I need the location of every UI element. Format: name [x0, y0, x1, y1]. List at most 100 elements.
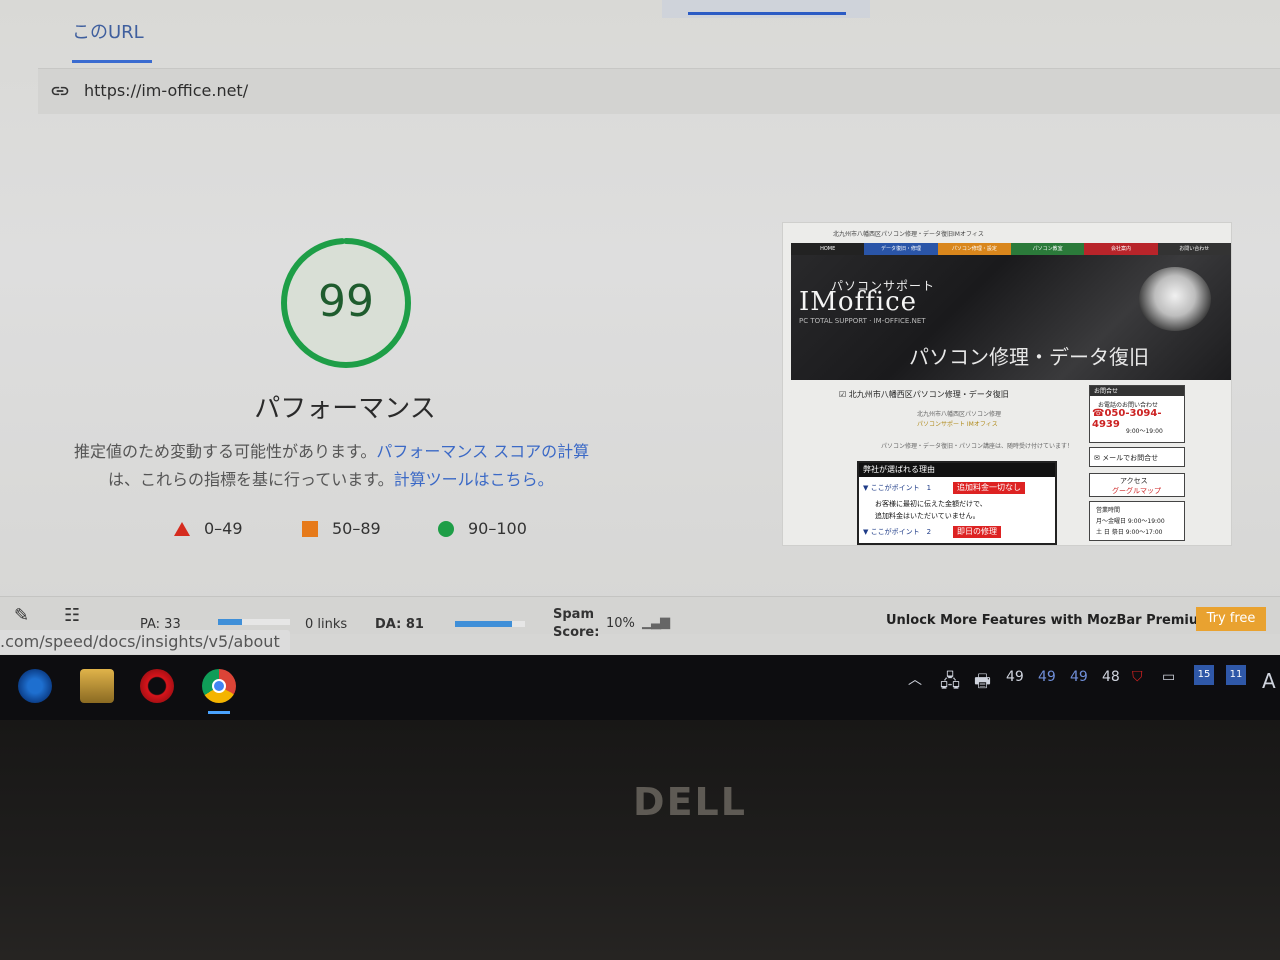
preview-biz-2: 月～金曜日 9:00～19:00 [1096, 518, 1165, 525]
preview-nav-item: データ復旧・修理 [864, 243, 938, 255]
tab-row: このURL [0, 0, 1280, 64]
folder-icon[interactable] [80, 669, 114, 703]
preview-point-2: ▼ ここがポイント 2 [863, 528, 932, 536]
internet-explorer-icon[interactable] [18, 669, 52, 703]
link-icon [51, 86, 69, 96]
tab-this-url[interactable]: このURL [72, 18, 144, 44]
preview-top-text: 北九州市八幡西区パソコン修理・データ復旧IMオフィス [833, 231, 984, 238]
preview-small-1: 北九州市八幡西区パソコン修理 [917, 411, 1002, 418]
legend-pass: 90–100 [438, 519, 527, 538]
laptop-screen: このURL https://im-office.net/ 99 パフォーマンス … [0, 0, 1280, 720]
legend-fail: 0–49 [174, 519, 243, 538]
preview-reason-box: 弊社が選ばれる理由 ▼ ここがポイント 1 追加料金一切なし お客様に最初に伝え… [857, 461, 1057, 545]
preview-small-3: パソコン修理・データ復旧・パソコン講座は、随時受け付けています！ [881, 443, 1074, 450]
lens-image [1139, 267, 1211, 331]
da-bar [455, 621, 525, 627]
status-bar-url: .com/speed/docs/insights/v5/about [0, 630, 290, 654]
preview-headline: パソコン修理・データ復旧 [909, 345, 1149, 369]
spam-label-2: Score: [553, 625, 600, 640]
spam-label-1: Spam [553, 607, 594, 622]
preview-nav-item: パソコン修理・設定 [937, 243, 1011, 255]
pa-bar-fill [218, 619, 242, 625]
legend-label-pass: 90–100 [468, 519, 527, 538]
circle-icon [438, 520, 454, 537]
battery-icon[interactable]: ▭ [1162, 669, 1175, 685]
preview-mail: ✉ メールでお問合せ [1094, 454, 1159, 462]
preview-mail-box: ✉ メールでお問合せ [1089, 447, 1185, 467]
spam-bars-icon: ▁▃▆ [642, 615, 670, 630]
tab-other[interactable] [662, 0, 870, 18]
legend-average: 50–89 [302, 519, 381, 538]
preview-check-text: ☑ 北九州市八幡西区パソコン修理・データ復旧 [839, 390, 1009, 399]
active-app-indicator [208, 711, 230, 714]
calendar-box-1[interactable]: 15 [1194, 665, 1214, 685]
score-calc-link[interactable]: パフォーマンス スコアの計算 [376, 442, 589, 461]
analyzed-url-bar: https://im-office.net/ [38, 68, 1280, 114]
dell-logo: DELL [633, 780, 747, 824]
preview-access-2: グーグルマップ [1112, 487, 1161, 495]
calculator-link[interactable]: 計算ツールはこちら。 [394, 470, 554, 489]
tray-value-4: 48 [1102, 669, 1120, 685]
desc-text-1: 推定値のため変動する可能性があります。 [74, 442, 377, 461]
chrome-center-icon [212, 679, 226, 693]
score-description-2: は、これらの指標を基に行っています。計算ツールはこちら。 [108, 466, 554, 490]
tray-value-3: 49 [1070, 669, 1088, 685]
preview-nav-item: HOME [791, 243, 865, 255]
preview-hours-box: 営業時間 月～金曜日 9:00～19:00 土 日 祭日 9:00～17:00 [1089, 501, 1185, 541]
preview-access-1: アクセス [1120, 477, 1148, 485]
score-description-1: 推定値のため変動する可能性があります。パフォーマンス スコアの計算 [74, 438, 589, 462]
opera-icon[interactable] [140, 669, 174, 703]
preview-point-1-red: 追加料金一切なし [953, 482, 1025, 494]
pencil-icon[interactable]: ✎ [14, 605, 29, 626]
pa-bar [218, 619, 290, 625]
preview-nav-item: お問い合わせ [1157, 243, 1231, 255]
highlight-icon[interactable]: ☷ [64, 605, 80, 626]
browser-window: このURL https://im-office.net/ 99 パフォーマンス … [0, 0, 1280, 655]
triangle-icon [174, 521, 190, 536]
mozbar-toolbar: ✎ ☷ PA: 33 0 links DA: 81 Spam Score: 10… [0, 596, 1280, 640]
mozbar-da: DA: 81 [375, 617, 424, 632]
preview-tagline: PC TOTAL SUPPORT · IM-OFFICE.NET [799, 317, 926, 325]
preview-nav: HOME データ復旧・修理 パソコン修理・設定 パソコン教室 会社案内 お問い合… [791, 243, 1231, 255]
tray-value-2: 49 [1038, 669, 1056, 685]
taskbar: ︿ 🖧 🖶 49 49 49 48 ⛉ ▭ 15 11 A [0, 655, 1280, 720]
preview-side-head: お問合せ [1090, 386, 1184, 396]
shield-icon[interactable]: ⛉ [1132, 669, 1143, 685]
tray-value-1: 49 [1006, 669, 1024, 685]
tab-other-indicator [688, 12, 846, 15]
chevron-up-icon[interactable]: ︿ [908, 669, 922, 689]
network-icon[interactable]: 🖧 [940, 669, 960, 699]
square-icon [302, 520, 318, 537]
preview-brand: IMoffice [799, 287, 918, 317]
preview-reason-head: 弊社が選ばれる理由 [859, 463, 1055, 477]
try-free-button[interactable]: Try free [1196, 607, 1266, 631]
da-bar-fill [455, 621, 512, 627]
preview-biz-1: 営業時間 [1096, 507, 1121, 514]
preview-point-1-body-1: お客様に最初に伝えた金額だけで、 [875, 500, 987, 508]
preview-access-box: アクセス グーグルマップ [1089, 473, 1185, 497]
preview-hero: パソコンサポート IMoffice PC TOTAL SUPPORT · IM-… [791, 243, 1231, 380]
calendar-box-2[interactable]: 11 [1226, 665, 1246, 685]
page-screenshot-preview: 北九州市八幡西区パソコン修理・データ復旧IMオフィス パソコンサポート IMof… [782, 222, 1232, 546]
mozbar-premium-text: Unlock More Features with MozBar Premium [886, 613, 1212, 628]
laptop-bezel [0, 720, 1280, 960]
mozbar-links[interactable]: 0 links [305, 617, 347, 632]
preview-nav-item: 会社案内 [1084, 243, 1158, 255]
active-tab-indicator [72, 60, 152, 63]
desc-text-2: は、これらの指標を基に行っています。 [108, 470, 394, 489]
ime-indicator[interactable]: A [1262, 669, 1276, 693]
preview-contact-box: お問合せ お電話のお問い合わせ ☎050-3094-4939 9:00～19:0… [1089, 385, 1185, 443]
preview-small-2: パソコンサポート IMオフィス [917, 421, 998, 428]
preview-point-2-red: 即日の修理 [953, 526, 1001, 538]
preview-point-1-body-2: 追加料金はいただいていません。 [875, 512, 980, 520]
preview-biz-3: 土 日 祭日 9:00～17:00 [1096, 529, 1163, 536]
legend-label-average: 50–89 [332, 519, 381, 538]
printer-icon[interactable]: 🖶 [974, 669, 991, 699]
metric-title: パフォーマンス [254, 394, 436, 424]
legend-label-fail: 0–49 [204, 519, 243, 538]
preview-nav-item: パソコン教室 [1010, 243, 1085, 255]
preview-hours: 9:00～19:00 [1126, 428, 1163, 435]
spam-value: 10% [606, 616, 635, 631]
analyzed-url[interactable]: https://im-office.net/ [84, 81, 248, 100]
performance-score: 99 [318, 276, 374, 327]
